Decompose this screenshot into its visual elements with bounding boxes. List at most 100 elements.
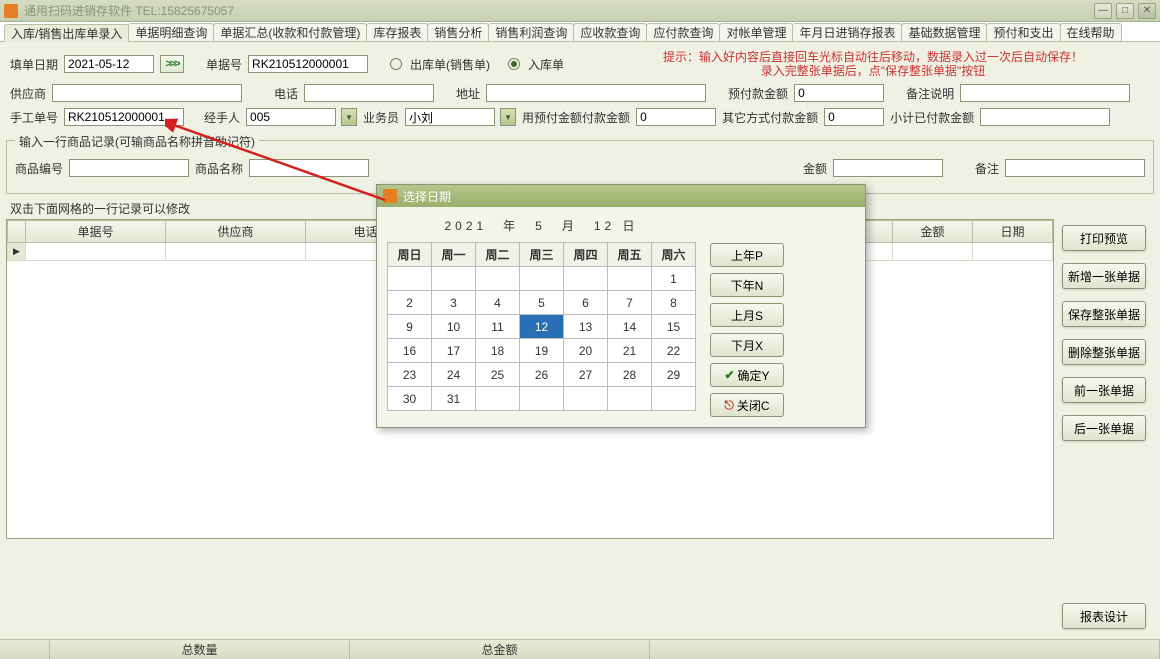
calendar-day[interactable]: 21 <box>608 339 652 363</box>
calendar-day[interactable]: 31 <box>432 387 476 411</box>
calendar-day <box>388 267 432 291</box>
useprepay-input[interactable] <box>636 108 716 126</box>
handler-dropdown-icon[interactable]: ▼ <box>341 108 357 126</box>
prev-year-button[interactable]: 上年P <box>710 243 784 267</box>
calendar-day <box>564 387 608 411</box>
calendar-day[interactable]: 4 <box>476 291 520 315</box>
calendar-day[interactable]: 23 <box>388 363 432 387</box>
calendar-day[interactable]: 2 <box>388 291 432 315</box>
calendar-day[interactable]: 14 <box>608 315 652 339</box>
docno-input[interactable] <box>248 55 368 73</box>
calendar-day[interactable]: 26 <box>520 363 564 387</box>
grid-col-1[interactable]: 单据号 <box>26 221 166 243</box>
minimize-button[interactable]: — <box>1094 3 1112 19</box>
calendar-day[interactable]: 20 <box>564 339 608 363</box>
side-button-3[interactable]: 删除整张单据 <box>1062 339 1146 365</box>
calendar-day[interactable]: 5 <box>520 291 564 315</box>
calendar-day[interactable]: 13 <box>564 315 608 339</box>
salesman-input[interactable] <box>405 108 495 126</box>
calendar-day[interactable]: 25 <box>476 363 520 387</box>
tab-9[interactable]: 年月日进销存报表 <box>792 23 902 41</box>
prepay-input[interactable] <box>794 84 884 102</box>
close-button[interactable]: ✕ <box>1138 3 1156 19</box>
handler-input[interactable] <box>246 108 336 126</box>
side-button-2[interactable]: 保存整张单据 <box>1062 301 1146 327</box>
calendar-day[interactable]: 15 <box>652 315 696 339</box>
calendar-day[interactable]: 11 <box>476 315 520 339</box>
tab-2[interactable]: 单据汇总(收款和付款管理) <box>213 23 367 41</box>
otherpay-input[interactable] <box>824 108 884 126</box>
report-design-button[interactable]: 报表设计 <box>1062 603 1146 629</box>
date-input[interactable] <box>64 55 154 73</box>
grid-col-0[interactable] <box>8 221 26 243</box>
side-button-0[interactable]: 打印预览 <box>1062 225 1146 251</box>
tab-0[interactable]: 入库/销售出库单录入 <box>4 24 129 42</box>
calendar-day[interactable]: 10 <box>432 315 476 339</box>
code-label: 商品编号 <box>15 160 63 177</box>
side-button-5[interactable]: 后一张单据 <box>1062 415 1146 441</box>
tab-8[interactable]: 对帐单管理 <box>719 23 793 41</box>
calendar-day[interactable]: 7 <box>608 291 652 315</box>
calendar-day[interactable]: 6 <box>564 291 608 315</box>
calendar-day[interactable]: 9 <box>388 315 432 339</box>
outbound-radio[interactable] <box>390 58 402 70</box>
next-year-button[interactable]: 下年N <box>710 273 784 297</box>
calendar-day[interactable]: 22 <box>652 339 696 363</box>
code-input[interactable] <box>69 159 189 177</box>
calendar-table[interactable]: 周日周一周二周三周四周五周六 1234567891011121314151617… <box>387 242 696 411</box>
calendar-day[interactable]: 3 <box>432 291 476 315</box>
tab-6[interactable]: 应收款查询 <box>573 23 647 41</box>
grid-col-7[interactable]: 日期 <box>973 221 1053 243</box>
calendar-day[interactable]: 12 <box>520 315 564 339</box>
calendar-day[interactable]: 28 <box>608 363 652 387</box>
next-month-button[interactable]: 下月X <box>710 333 784 357</box>
subtotal-label: 小计已付款金额 <box>890 109 974 126</box>
address-input[interactable] <box>486 84 706 102</box>
maximize-button[interactable]: □ <box>1116 3 1134 19</box>
dialog-titlebar[interactable]: 选择日期 <box>377 185 865 207</box>
note-input[interactable] <box>1005 159 1145 177</box>
tab-5[interactable]: 销售利润查询 <box>488 23 574 41</box>
calendar-day[interactable]: 16 <box>388 339 432 363</box>
calendar-day[interactable]: 19 <box>520 339 564 363</box>
calendar-day[interactable]: 18 <box>476 339 520 363</box>
supplier-input[interactable] <box>52 84 242 102</box>
inbound-radio[interactable] <box>508 58 520 70</box>
amount-input[interactable] <box>833 159 943 177</box>
tab-10[interactable]: 基础数据管理 <box>901 23 987 41</box>
grid-col-2[interactable]: 供应商 <box>166 221 306 243</box>
weekday-header: 周一 <box>432 243 476 267</box>
name-input[interactable] <box>249 159 369 177</box>
remark-input[interactable] <box>960 84 1130 102</box>
side-button-4[interactable]: 前一张单据 <box>1062 377 1146 403</box>
window-titlebar: 通用扫码进销存软件 TEL:15825675057 — □ ✕ <box>0 0 1160 22</box>
date-picker-button[interactable]: >>> <box>160 55 184 73</box>
calendar-day[interactable]: 17 <box>432 339 476 363</box>
ok-button[interactable]: ✔确定Y <box>710 363 784 387</box>
manual-input[interactable] <box>64 108 184 126</box>
supplier-label: 供应商 <box>10 85 46 102</box>
close-dialog-button[interactable]: ⎋关闭C <box>710 393 784 417</box>
calendar-day[interactable]: 8 <box>652 291 696 315</box>
window-title: 通用扫码进销存软件 TEL:15825675057 <box>24 2 1094 19</box>
calendar-day[interactable]: 1 <box>652 267 696 291</box>
tab-11[interactable]: 预付和支出 <box>986 23 1060 41</box>
weekday-header: 周四 <box>564 243 608 267</box>
calendar-day[interactable]: 30 <box>388 387 432 411</box>
hint-line1: 提示：输入好内容后直接回车光标自动往后移动，数据录入过一次后自动保存！ <box>596 50 1150 64</box>
tab-7[interactable]: 应付款查询 <box>646 23 720 41</box>
tab-12[interactable]: 在线帮助 <box>1060 23 1122 41</box>
tab-4[interactable]: 销售分析 <box>427 23 489 41</box>
tab-1[interactable]: 单据明细查询 <box>128 23 214 41</box>
useprepay-label: 用预付金额付款金额 <box>522 109 630 126</box>
salesman-dropdown-icon[interactable]: ▼ <box>500 108 516 126</box>
side-button-1[interactable]: 新增一张单据 <box>1062 263 1146 289</box>
calendar-day[interactable]: 29 <box>652 363 696 387</box>
calendar-day[interactable]: 24 <box>432 363 476 387</box>
subtotal-input[interactable] <box>980 108 1110 126</box>
tab-3[interactable]: 库存报表 <box>366 23 428 41</box>
calendar-day[interactable]: 27 <box>564 363 608 387</box>
prev-month-button[interactable]: 上月S <box>710 303 784 327</box>
phone-input[interactable] <box>304 84 434 102</box>
grid-col-6[interactable]: 金额 <box>893 221 973 243</box>
